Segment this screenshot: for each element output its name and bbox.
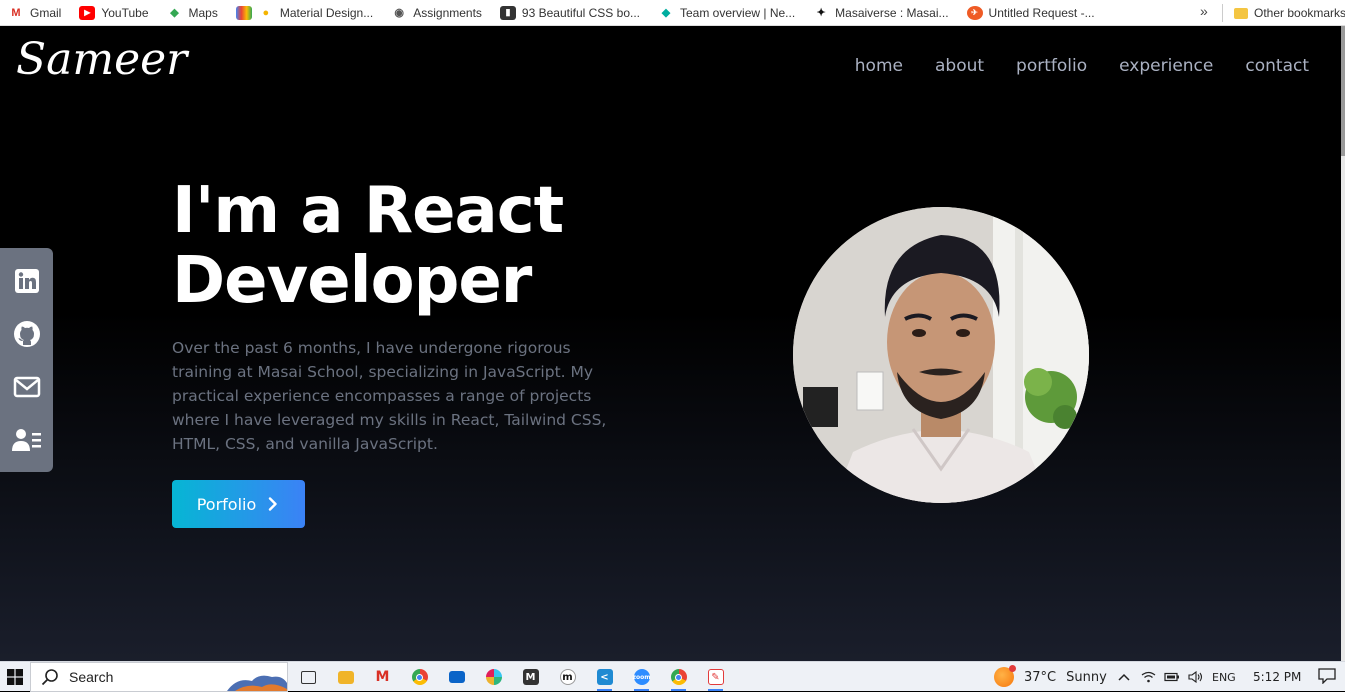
taskbar-apps: M M m < zoom ✎ xyxy=(290,662,734,692)
bookmark-masaiverse[interactable]: ✦ Masaiverse : Masai... xyxy=(813,6,949,20)
masai-app-button[interactable]: m xyxy=(549,662,586,692)
weather-temperature: 37°C xyxy=(1024,669,1057,685)
gmail-icon: M xyxy=(11,6,21,19)
bookmarks-more-button[interactable]: » xyxy=(1200,3,1208,19)
hero-description: Over the past 6 months, I have undergone… xyxy=(172,339,607,453)
windows-start-button[interactable] xyxy=(0,662,30,692)
bookmark-assignments[interactable]: ◉ Assignments xyxy=(391,6,482,20)
bookmark-maps[interactable]: ◆ Maps xyxy=(167,6,218,20)
masai-icon: ✦ xyxy=(816,7,826,19)
portfolio-button-label: Porfolio xyxy=(196,494,257,514)
maps-icon: ◆ xyxy=(170,7,179,19)
sun-icon xyxy=(994,665,1016,687)
medium-icon: M xyxy=(522,669,539,685)
weather-widget[interactable]: 37°C Sunny xyxy=(994,662,1107,692)
hero-title: I'm a React Developer xyxy=(172,174,564,318)
weather-description: Sunny xyxy=(1066,669,1107,685)
clock[interactable]: 5:12 PM xyxy=(1253,670,1301,684)
gmail-app-button[interactable]: M xyxy=(364,662,401,692)
mail-icon[interactable] xyxy=(12,372,42,402)
material-design-icon xyxy=(235,5,252,20)
vscode-button[interactable]: < xyxy=(586,662,623,692)
palette-icon: ● xyxy=(262,6,270,19)
netlify-icon: ◆ xyxy=(661,7,671,19)
bookmark-css[interactable]: ▮ 93 Beautiful CSS bo... xyxy=(499,5,640,20)
slack-button[interactable] xyxy=(475,662,512,692)
slack-icon xyxy=(485,669,502,685)
portfolio-page: Sameer home about portfolio experience c… xyxy=(0,26,1341,661)
hero-title-line-2: Developer xyxy=(172,244,532,318)
hero-title-line-1: I'm a React xyxy=(172,174,564,248)
divider xyxy=(1222,4,1223,22)
nav-about[interactable]: about xyxy=(935,56,984,76)
battery-icon[interactable] xyxy=(1164,669,1180,685)
zoom-button[interactable]: zoom xyxy=(623,662,660,692)
search-placeholder: Search xyxy=(69,669,114,685)
bookmark-material-design[interactable]: ● Material Design... xyxy=(235,5,373,20)
taskbar-search[interactable]: Search xyxy=(30,662,288,692)
notifications-icon[interactable] xyxy=(1318,668,1336,684)
folder-icon xyxy=(337,670,354,684)
search-icon xyxy=(41,669,58,686)
bookmark-postman[interactable]: ✈ Untitled Request -... xyxy=(966,5,1095,20)
file-explorer-button[interactable] xyxy=(327,662,364,692)
folder-icon xyxy=(1234,7,1248,19)
volume-icon[interactable] xyxy=(1188,669,1204,685)
language-indicator[interactable]: ENG xyxy=(1212,671,1236,684)
resume-icon[interactable] xyxy=(11,425,42,455)
vscode-icon: < xyxy=(596,669,613,685)
chevron-up-icon[interactable] xyxy=(1116,669,1132,685)
page-scrollbar[interactable] xyxy=(1341,26,1345,661)
profile-photo xyxy=(793,207,1089,503)
postman-icon: ✈ xyxy=(966,5,983,20)
bookmarks-bar: M Gmail ▶ YouTube ◆ Maps ● Material Desi… xyxy=(0,0,1345,26)
scrollbar-thumb[interactable] xyxy=(1341,26,1345,156)
paint-icon: ✎ xyxy=(707,669,724,685)
medium-button[interactable]: M xyxy=(512,662,549,692)
mail-icon xyxy=(448,671,465,683)
bookmark-netlify[interactable]: ◆ Team overview | Ne... xyxy=(658,6,795,20)
bookmark-gmail[interactable]: M Gmail xyxy=(8,6,61,20)
assignments-icon: ◉ xyxy=(394,7,405,19)
css-icon: ▮ xyxy=(499,5,516,20)
chrome-profile-button[interactable] xyxy=(660,662,697,692)
task-view-icon xyxy=(301,670,316,684)
github-icon[interactable] xyxy=(12,319,42,349)
mail-button[interactable] xyxy=(438,662,475,692)
linkedin-icon[interactable] xyxy=(12,266,42,296)
other-bookmarks[interactable]: Other bookmarks xyxy=(1234,0,1345,26)
youtube-icon: ▶ xyxy=(79,5,96,20)
system-tray: ENG xyxy=(1116,662,1236,692)
chrome-icon xyxy=(670,669,687,685)
paint-button[interactable]: ✎ xyxy=(697,662,734,692)
chevron-right-icon xyxy=(269,497,277,511)
task-view-button[interactable] xyxy=(290,662,327,692)
chrome-button[interactable] xyxy=(401,662,438,692)
nav-contact[interactable]: contact xyxy=(1245,56,1309,76)
nav-portfolio[interactable]: portfolio xyxy=(1016,56,1087,76)
nav-home[interactable]: home xyxy=(855,56,903,76)
chrome-icon xyxy=(411,669,428,685)
windows-icon xyxy=(7,668,23,685)
portfolio-button[interactable]: Porfolio xyxy=(172,480,305,528)
gmail-icon: M xyxy=(375,669,390,685)
profile-photo-art xyxy=(793,207,1089,503)
taskbar: Search M M m < zoom ✎ 37°C Sunny ENG 5:1… xyxy=(0,661,1345,692)
bookmark-youtube[interactable]: ▶ YouTube xyxy=(79,5,149,20)
site-logo[interactable]: Sameer xyxy=(16,34,187,85)
nav-experience[interactable]: experience xyxy=(1119,56,1213,76)
masai-icon: m xyxy=(559,669,576,685)
social-sidebar xyxy=(0,248,53,472)
search-highlight-art xyxy=(227,675,287,691)
main-nav: home about portfolio experience contact xyxy=(855,56,1309,76)
wifi-icon[interactable] xyxy=(1140,669,1156,685)
zoom-icon: zoom xyxy=(633,669,651,685)
